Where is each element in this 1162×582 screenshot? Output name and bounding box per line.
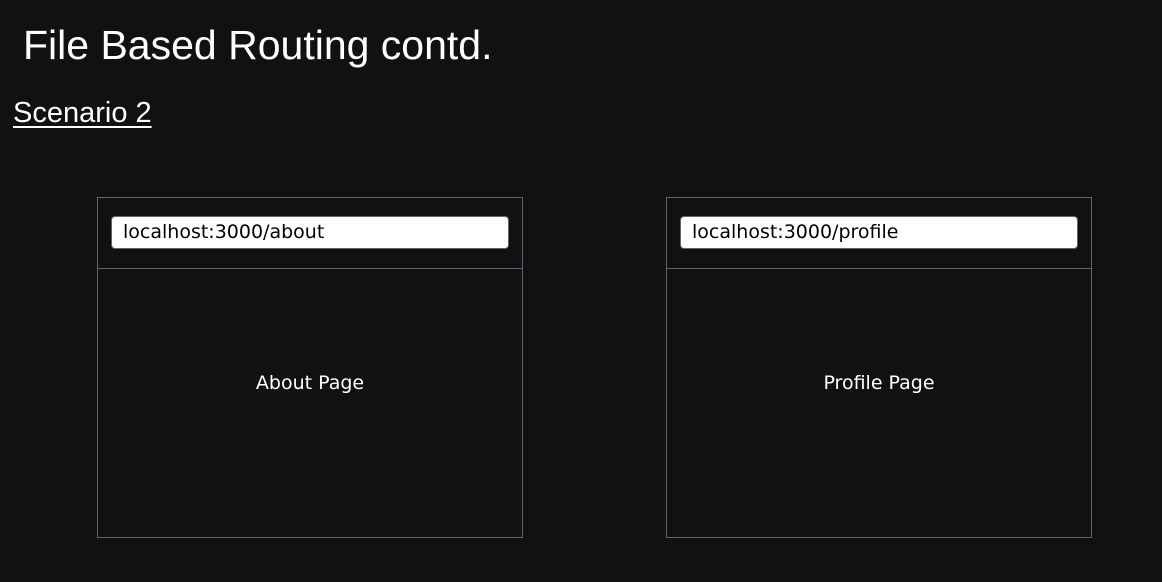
- page-label: About Page: [255, 372, 365, 394]
- browser-page-content: Profile Page: [667, 269, 1091, 537]
- address-bar[interactable]: localhost:3000/about: [111, 216, 509, 249]
- browser-toolbar: localhost:3000/about: [98, 198, 522, 269]
- browser-window-about: localhost:3000/about About Page: [97, 197, 523, 538]
- address-bar[interactable]: localhost:3000/profile: [680, 216, 1078, 249]
- browser-window-profile: localhost:3000/profile Profile Page: [666, 197, 1092, 538]
- page-label: Profile Page: [823, 372, 935, 394]
- browser-page-content: About Page: [98, 269, 522, 537]
- scenario-subtitle: Scenario 2: [13, 97, 152, 129]
- slide-title: File Based Routing contd.: [23, 22, 493, 68]
- browser-toolbar: localhost:3000/profile: [667, 198, 1091, 269]
